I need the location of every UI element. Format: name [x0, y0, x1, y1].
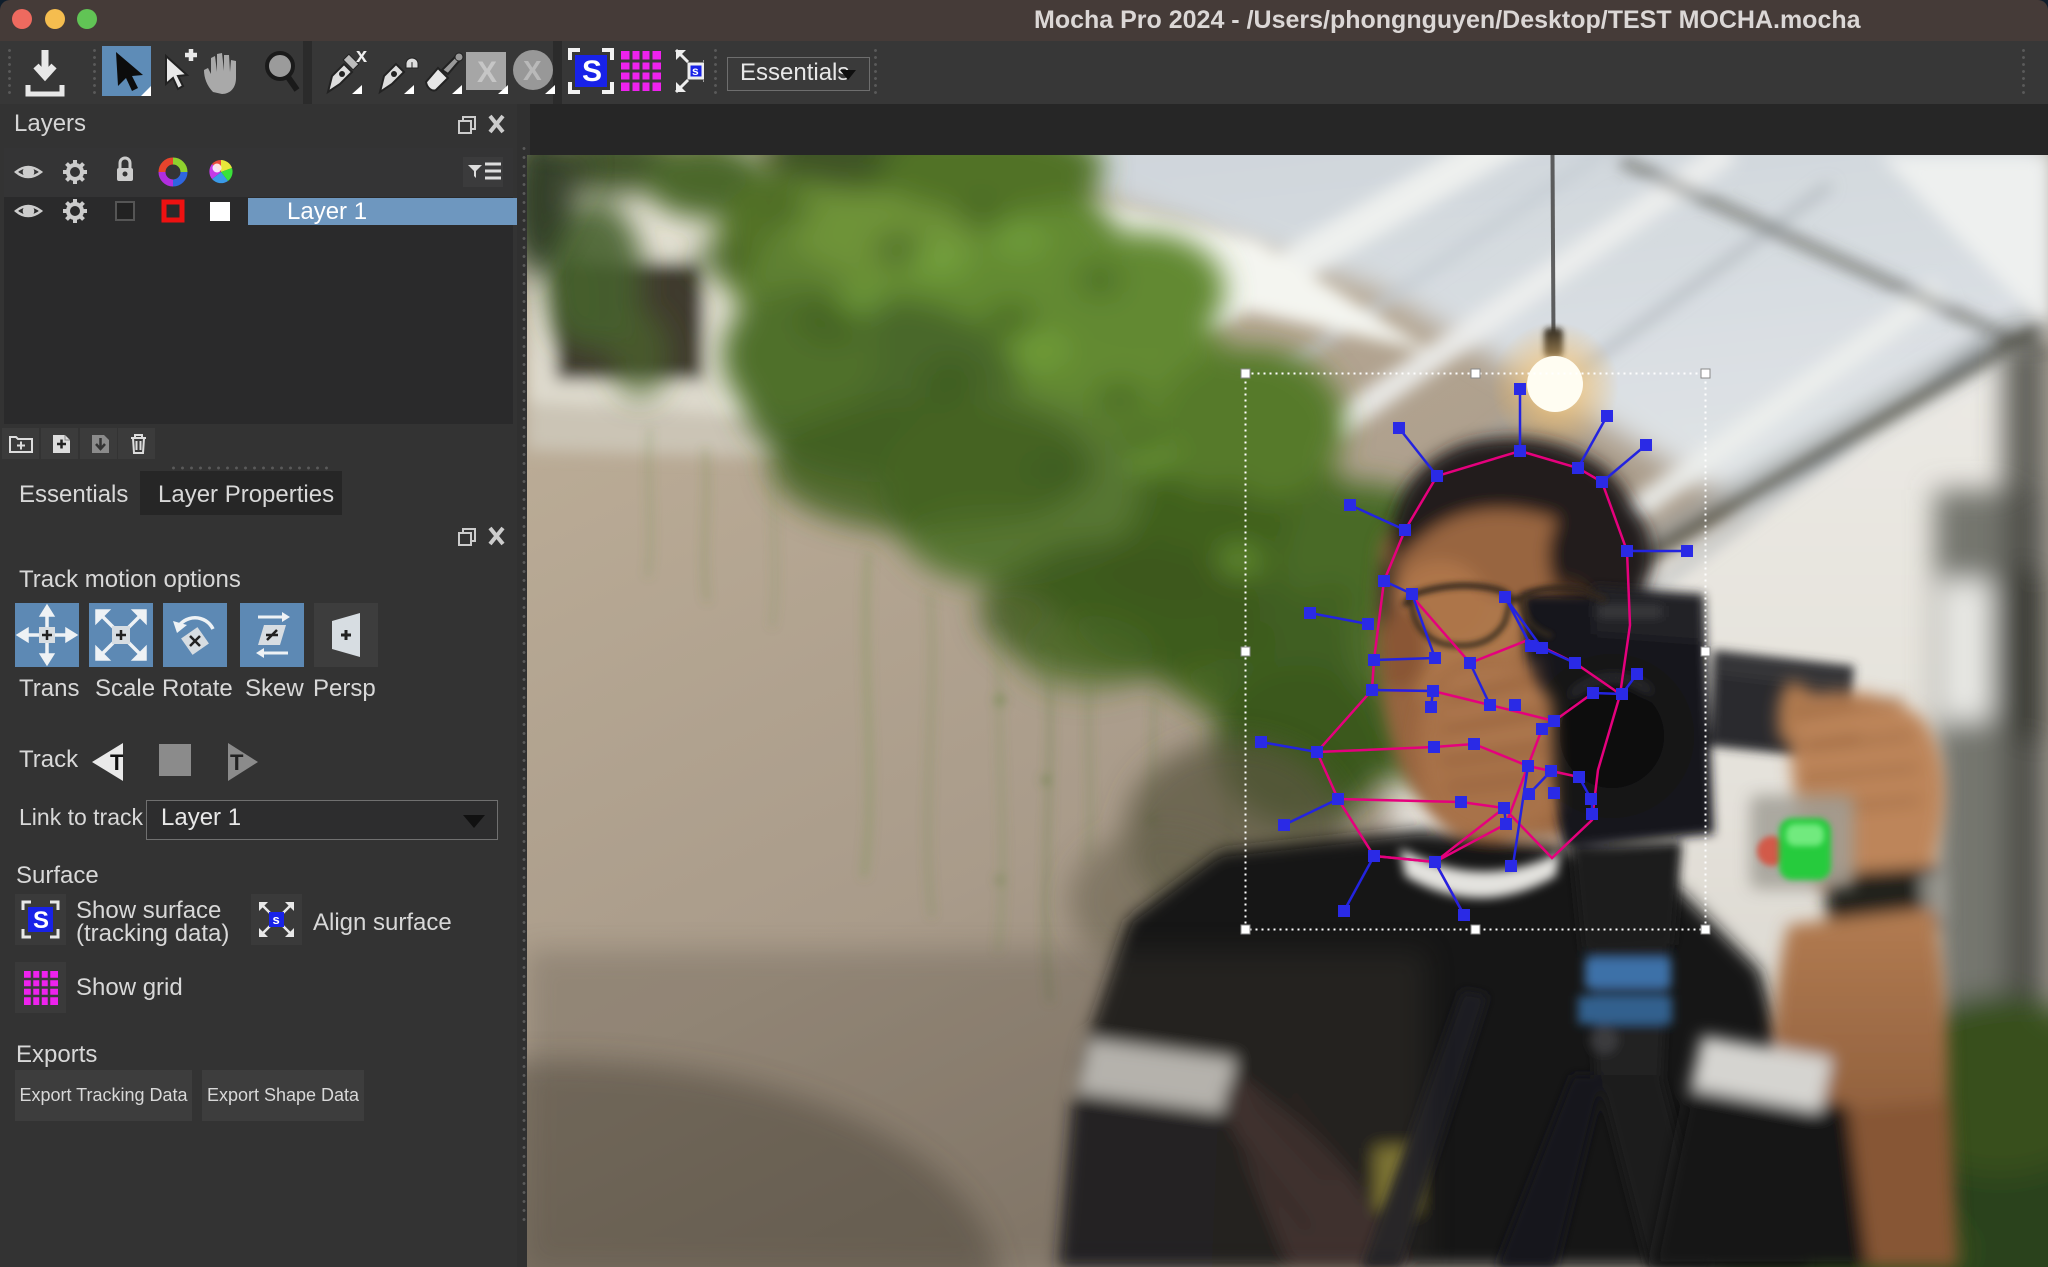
svg-text:X: X [477, 56, 497, 89]
svg-text:s: s [273, 912, 280, 927]
svg-text:s: s [692, 64, 699, 78]
svg-text:S: S [582, 55, 602, 88]
svg-text:T: T [110, 750, 124, 775]
svg-text:T: T [230, 750, 244, 775]
svg-text:x: x [356, 46, 367, 67]
svg-text:S: S [33, 907, 49, 934]
svg-text:X: X [523, 55, 542, 86]
